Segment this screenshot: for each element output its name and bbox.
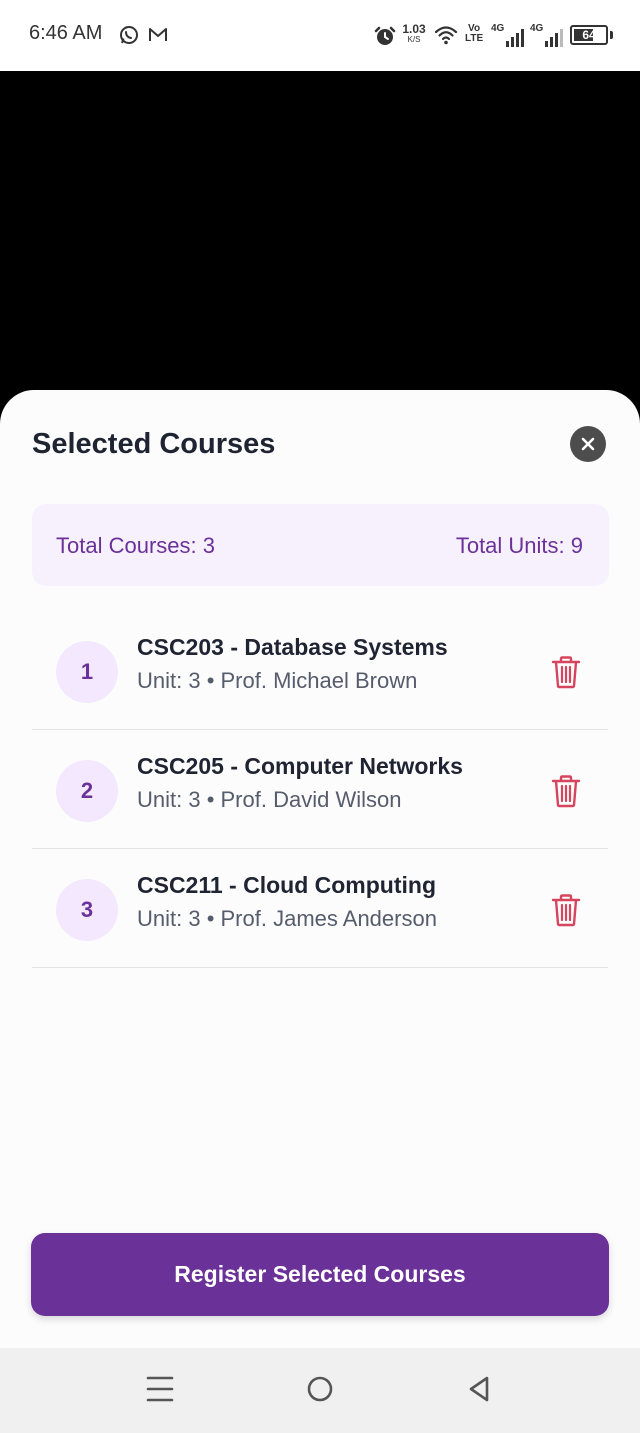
net-speed: 1.03 K/S <box>402 22 426 44</box>
trash-icon <box>551 656 581 689</box>
summary-box: Total Courses: 3 Total Units: 9 <box>32 504 609 586</box>
total-units: Total Units: 9 <box>455 533 583 558</box>
recent-apps-button[interactable] <box>146 1374 174 1409</box>
gmail-icon <box>147 24 169 51</box>
course-item: 1 CSC203 - Database Systems Unit: 3 • Pr… <box>32 611 608 730</box>
back-button[interactable] <box>466 1374 494 1409</box>
status-bar: 6:46 AM 1.03 K/S Vo LTE 4G 4G 64 <box>0 0 640 71</box>
trash-icon <box>551 775 581 808</box>
navigation-bar <box>0 1348 640 1433</box>
course-details: Unit: 3 • Prof. Michael Brown <box>137 668 418 693</box>
course-number: 3 <box>56 879 118 941</box>
course-title: CSC203 - Database Systems <box>137 634 448 660</box>
delete-course-button[interactable] <box>550 893 582 927</box>
alarm-icon <box>374 25 396 52</box>
course-details: Unit: 3 • Prof. James Anderson <box>137 906 437 931</box>
close-button[interactable] <box>570 426 606 462</box>
course-details: Unit: 3 • Prof. David Wilson <box>137 787 402 812</box>
course-number: 1 <box>56 641 118 703</box>
battery-icon: 64 <box>570 25 608 45</box>
battery-percent: 64 <box>582 28 596 42</box>
trash-icon <box>551 894 581 927</box>
course-item: 3 CSC211 - Cloud Computing Unit: 3 • Pro… <box>32 849 608 968</box>
close-icon <box>581 437 595 451</box>
menu-icon <box>146 1376 174 1402</box>
course-number: 2 <box>56 760 118 822</box>
back-icon <box>469 1376 489 1402</box>
volte-indicator: Vo LTE <box>465 23 484 44</box>
status-time: 6:46 AM <box>29 22 103 44</box>
course-item: 2 CSC205 - Computer Networks Unit: 3 • P… <box>32 730 608 849</box>
delete-course-button[interactable] <box>550 655 582 689</box>
home-button[interactable] <box>306 1374 334 1409</box>
whatsapp-icon <box>118 24 140 51</box>
home-icon <box>307 1376 333 1402</box>
course-title: CSC205 - Computer Networks <box>137 753 463 779</box>
battery-tip <box>610 31 613 39</box>
sheet-title: Selected Courses <box>32 428 276 460</box>
total-courses: Total Courses: 3 <box>56 533 215 558</box>
delete-course-button[interactable] <box>550 774 582 808</box>
wifi-icon <box>434 24 458 51</box>
register-selected-courses-button[interactable]: Register Selected Courses <box>31 1233 609 1316</box>
course-title: CSC211 - Cloud Computing <box>137 872 436 898</box>
